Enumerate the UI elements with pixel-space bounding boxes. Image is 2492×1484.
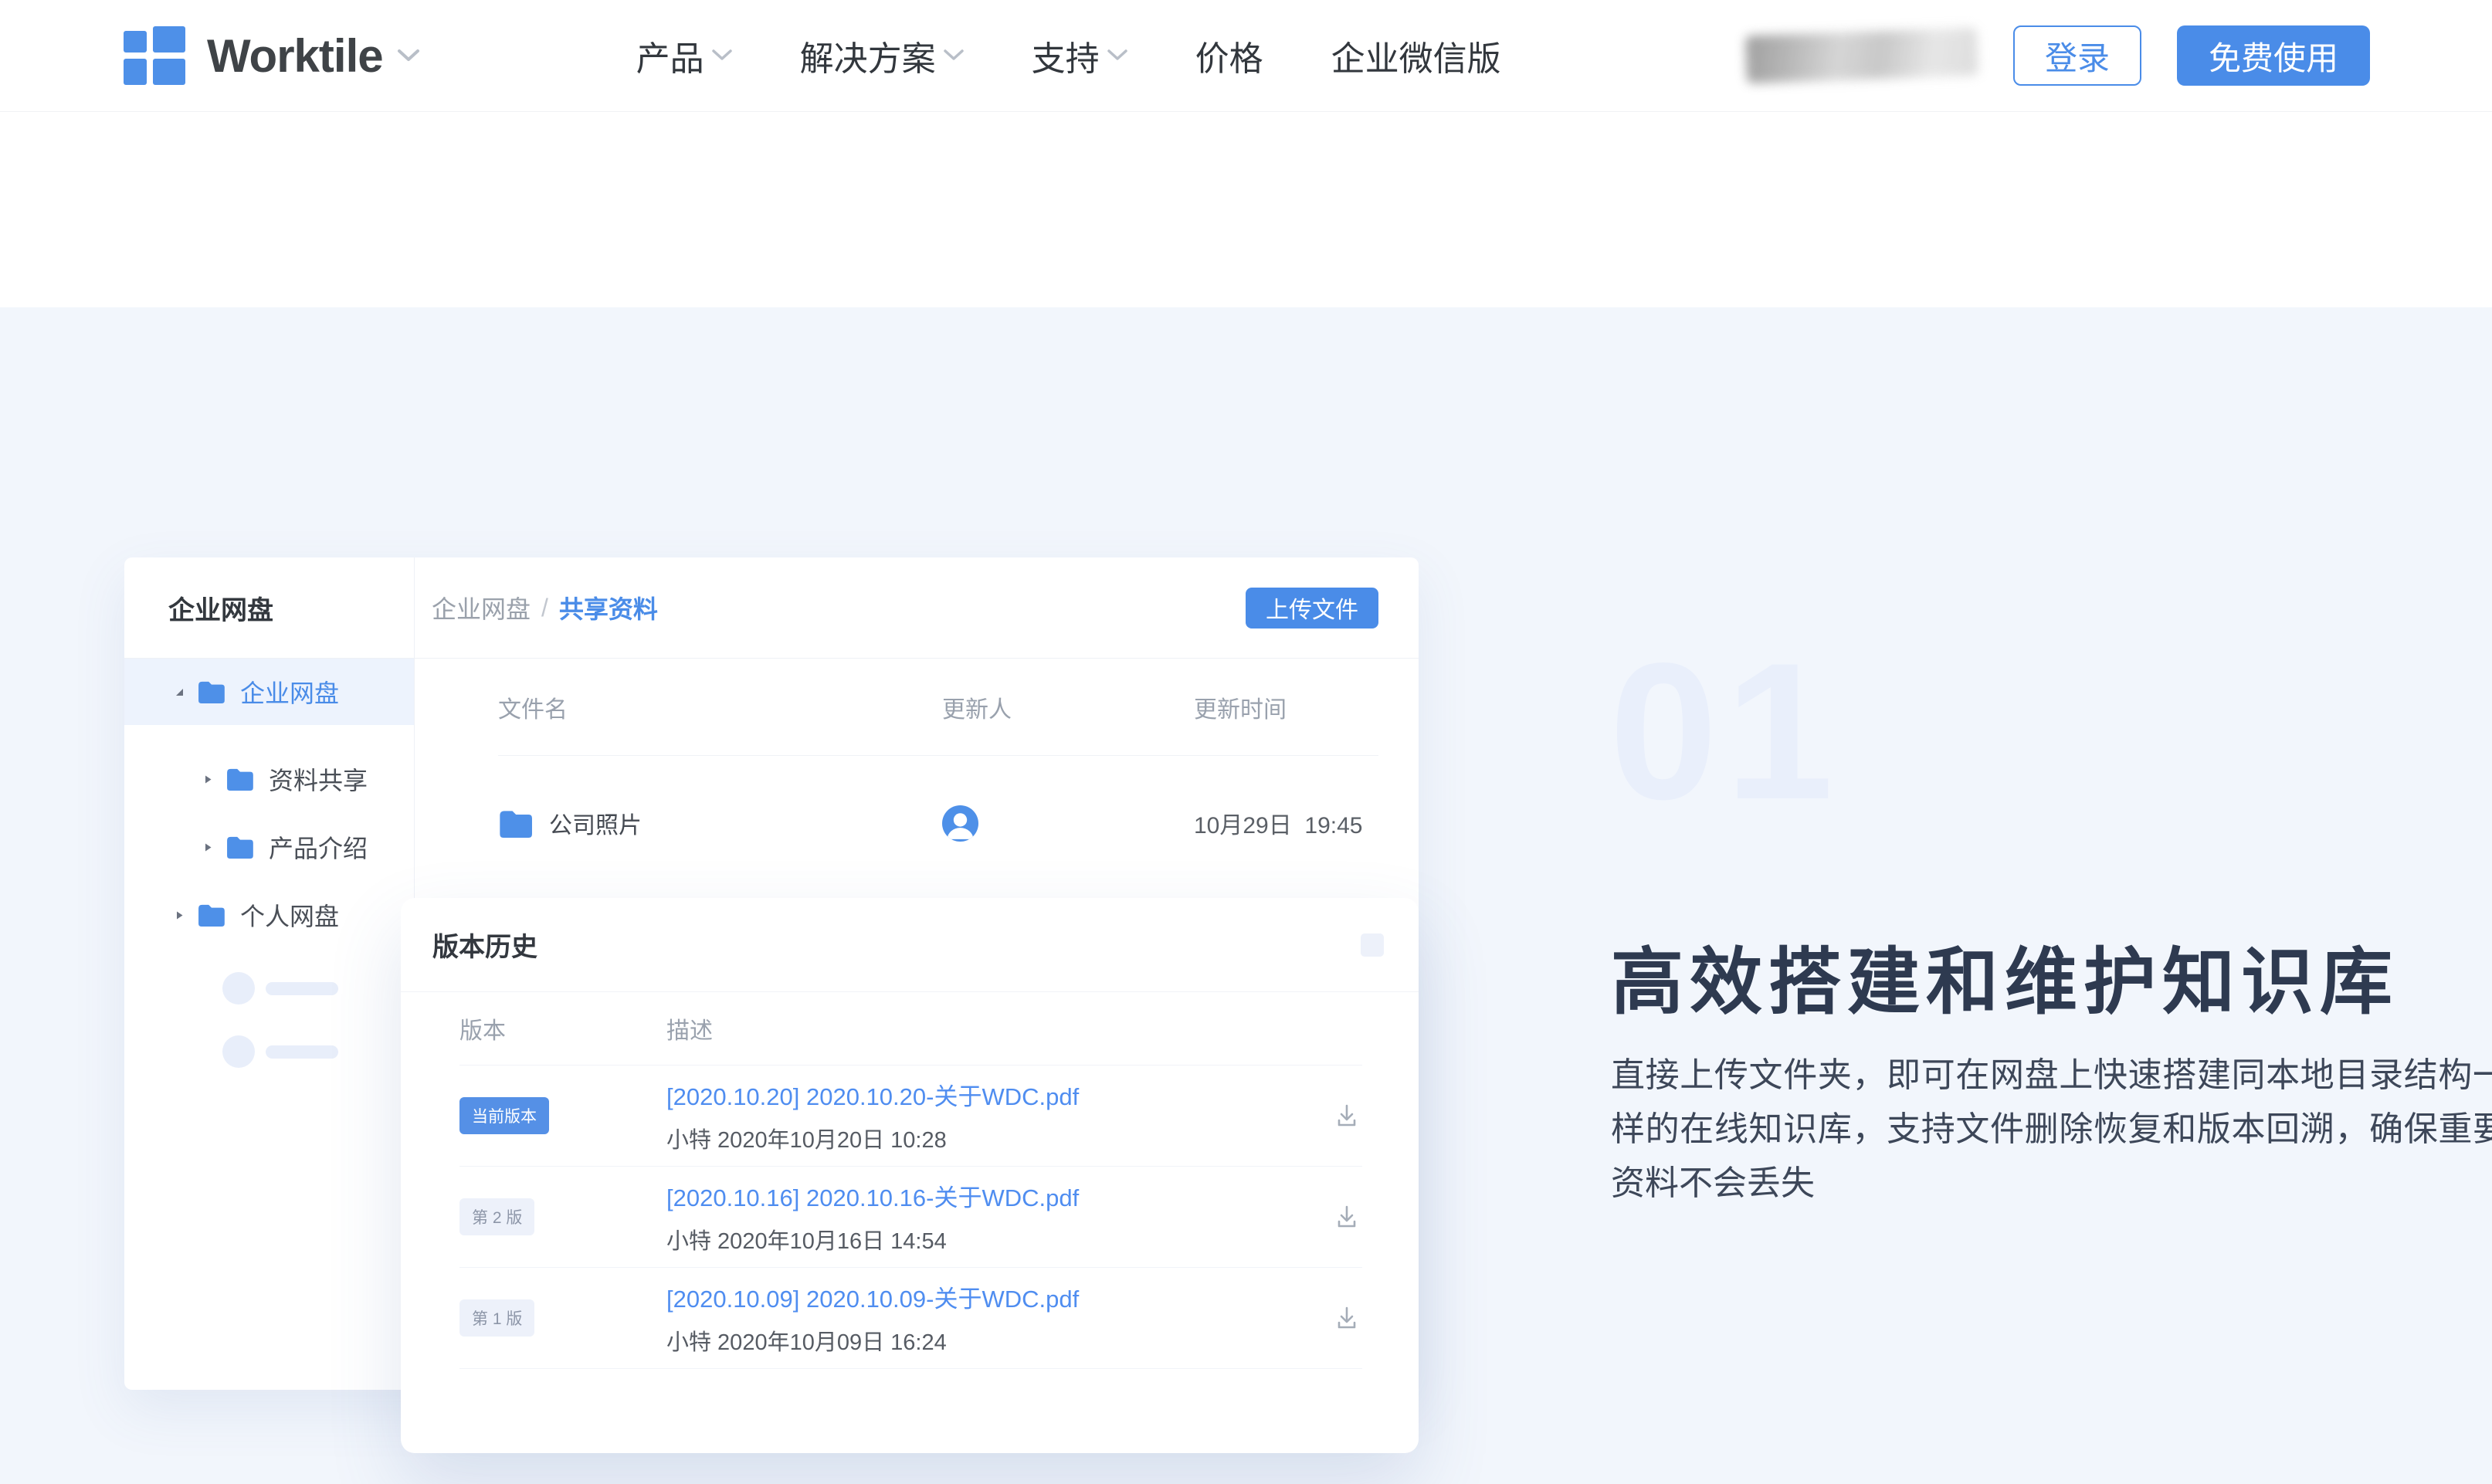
version-row: 第 1 版 [2020.10.09] 2020.10.09-关于WDC.pdf …	[459, 1268, 1362, 1369]
chevron-down-icon	[712, 49, 732, 62]
tree-item-label: 个人网盘	[240, 897, 339, 933]
nav-item-label: 解决方案	[800, 31, 936, 80]
login-button[interactable]: 登录	[2013, 25, 2141, 86]
skeleton-placeholder-row	[124, 1020, 414, 1083]
skeleton-bar	[266, 982, 338, 995]
feature-description: 直接上传文件夹，即可在网盘上快速搭建同本地目录结构一样的在线知识库，支持文件删除…	[1611, 1049, 2492, 1211]
disk-sidebar: 企业网盘 企业网盘 资料共享	[124, 557, 415, 1390]
tree-item-shared-files[interactable]: 资料共享	[124, 745, 414, 813]
chevron-down-icon	[944, 49, 964, 62]
download-button[interactable]	[1331, 1100, 1362, 1131]
nav-item-pricing[interactable]: 价格	[1195, 31, 1263, 80]
chevron-down-icon	[397, 49, 420, 63]
nav-item-solutions[interactable]: 解决方案	[800, 31, 964, 80]
folder-icon	[498, 809, 532, 838]
column-header-version: 版本	[459, 1011, 666, 1045]
caret-collapsed-icon[interactable]	[202, 774, 213, 784]
caret-collapsed-icon[interactable]	[202, 842, 213, 852]
modal-title: 版本历史	[432, 926, 537, 964]
version-row: 第 2 版 [2020.10.16] 2020.10.16-关于WDC.pdf …	[459, 1167, 1362, 1268]
file-table: 文件名 更新人 更新时间 公司照片	[498, 659, 1378, 890]
table-row[interactable]: 公司照片 10月29日 19:45	[498, 756, 1378, 890]
tree-item-label: 资料共享	[269, 761, 368, 797]
nav-right: 登录 免费使用	[1746, 25, 2370, 86]
brand-wordmark: Worktile	[207, 29, 383, 83]
version-history-modal: 版本历史 版本 描述 当前版本 [2020.10.20] 2020.10.20-…	[401, 898, 1419, 1453]
tree-item-product-intro[interactable]: 产品介绍	[124, 813, 414, 881]
version-meta: 小特 2020年10月09日 16:24	[666, 1324, 1331, 1357]
folder-icon	[225, 767, 253, 791]
modal-body: 版本 描述 当前版本 [2020.10.20] 2020.10.20-关于WDC…	[401, 992, 1419, 1369]
skeleton-circle	[222, 972, 255, 1005]
feature-title: 高效搭建和维护知识库	[1611, 923, 2399, 1028]
modal-corner-icon[interactable]	[1361, 933, 1384, 957]
top-navigation: Worktile 产品 解决方案 支持 价格 企业微信版	[0, 0, 2492, 112]
nav-item-label: 价格	[1195, 31, 1263, 80]
page: Worktile 产品 解决方案 支持 价格 企业微信版	[0, 0, 2492, 1484]
version-meta: 小特 2020年10月20日 10:28	[666, 1122, 1331, 1154]
phone-number-redacted	[1745, 28, 1978, 83]
modal-header: 版本历史	[401, 898, 1419, 992]
tree-item-enterprise-disk[interactable]: 企业网盘	[124, 659, 414, 725]
skeleton-bar	[266, 1045, 338, 1059]
feature-index-watermark: 01	[1609, 635, 1841, 829]
tree-item-label: 企业网盘	[240, 674, 339, 710]
column-header-description: 描述	[666, 1011, 1362, 1045]
avatar	[942, 805, 978, 842]
folder-icon	[197, 680, 225, 703]
disk-content-header: 企业网盘 / 共享资料 上传文件	[415, 557, 1419, 659]
nav-item-wechat-work[interactable]: 企业微信版	[1331, 31, 1501, 80]
version-file-link[interactable]: [2020.10.16] 2020.10.16-关于WDC.pdf	[666, 1178, 1331, 1213]
sidebar-panel-title: 企业网盘	[124, 557, 414, 659]
caret-expanded-icon[interactable]	[174, 687, 185, 697]
folder-icon	[225, 835, 253, 859]
column-header-filename: 文件名	[498, 690, 942, 724]
nav-item-support[interactable]: 支持	[1032, 31, 1127, 80]
column-header-updated-time: 更新时间	[1194, 690, 1378, 724]
nav-menu: 产品 解决方案 支持 价格 企业微信版	[636, 31, 1501, 80]
version-badge-current: 当前版本	[459, 1097, 549, 1134]
version-file-link[interactable]: [2020.10.09] 2020.10.09-关于WDC.pdf	[666, 1279, 1331, 1314]
brand-logo[interactable]: Worktile	[124, 26, 420, 85]
caret-collapsed-icon[interactable]	[174, 910, 185, 920]
file-table-header: 文件名 更新人 更新时间	[498, 659, 1378, 756]
nav-item-products[interactable]: 产品	[636, 31, 732, 80]
worktile-logo-icon	[124, 26, 185, 85]
tree-item-personal-disk[interactable]: 个人网盘	[124, 881, 414, 949]
breadcrumb-current[interactable]: 共享资料	[559, 590, 658, 625]
skeleton-circle	[222, 1035, 255, 1068]
version-file-link[interactable]: [2020.10.20] 2020.10.20-关于WDC.pdf	[666, 1077, 1331, 1112]
upload-file-button[interactable]: 上传文件	[1246, 588, 1378, 628]
download-button[interactable]	[1331, 1201, 1362, 1232]
column-header-updater: 更新人	[942, 690, 1194, 724]
breadcrumb-root[interactable]: 企业网盘	[432, 590, 531, 625]
chevron-down-icon	[1107, 49, 1127, 62]
skeleton-placeholder-row	[124, 957, 414, 1020]
tree-item-label: 产品介绍	[269, 829, 368, 865]
updated-time: 10月29日 19:45	[1194, 806, 1378, 840]
download-button[interactable]	[1331, 1303, 1362, 1333]
version-badge: 第 1 版	[459, 1299, 534, 1337]
free-trial-button[interactable]: 免费使用	[2177, 25, 2370, 86]
file-name: 公司照片	[549, 806, 642, 840]
version-table-header: 版本 描述	[459, 992, 1362, 1066]
version-meta: 小特 2020年10月16日 14:54	[666, 1223, 1331, 1255]
breadcrumb: 企业网盘 / 共享资料	[432, 590, 658, 625]
version-badge: 第 2 版	[459, 1198, 534, 1235]
version-row: 当前版本 [2020.10.20] 2020.10.20-关于WDC.pdf 小…	[459, 1066, 1362, 1167]
nav-item-label: 支持	[1032, 31, 1100, 80]
breadcrumb-separator: /	[541, 594, 548, 622]
nav-item-label: 产品	[636, 31, 704, 80]
folder-icon	[197, 903, 225, 927]
nav-item-label: 企业微信版	[1331, 31, 1501, 80]
